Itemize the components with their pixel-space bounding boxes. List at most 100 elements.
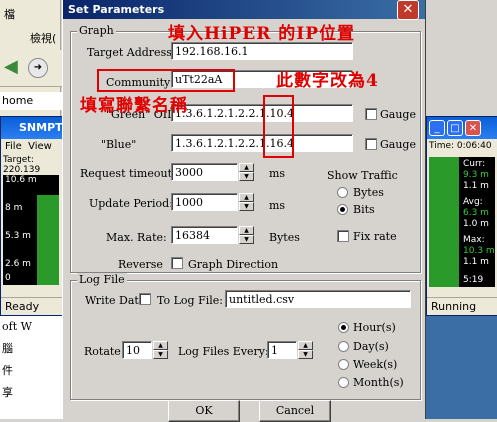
blue-gauge-label: Gauge: [380, 138, 416, 151]
background-address-text: home: [0, 92, 64, 110]
background-list-item: 享: [2, 386, 13, 399]
months-option-label: Month(s): [353, 376, 404, 389]
max-rate-label: Max. Rate:: [106, 231, 167, 244]
graph-bars: [37, 195, 59, 285]
months-radio[interactable]: [338, 377, 349, 388]
fix-rate-label: Fix rate: [353, 230, 397, 243]
write-data-checkbox[interactable]: [139, 293, 151, 305]
background-desktop-list: oft W 腦 件 享: [0, 316, 62, 419]
background-list-item: oft W: [2, 320, 32, 333]
stat-label: Curr:: [463, 159, 486, 169]
show-traffic-label: Show Traffic: [327, 169, 398, 182]
spin-down-icon[interactable]: ▼: [298, 350, 313, 359]
bits-radio[interactable]: [337, 204, 348, 215]
background-window-menu: File View: [1, 139, 63, 154]
stat-value: 10.3 m: [463, 246, 495, 256]
background-snmp-window-right: _ □ ✕ Time: 0:06:40 Curr: 9.3 m 1.1 m Av…: [426, 116, 497, 316]
fix-rate-checkbox[interactable]: [337, 230, 349, 242]
target-address-input[interactable]: 192.168.16.1: [171, 42, 353, 60]
green-oid-input[interactable]: 1.3.6.1.2.1.2.2.1.10.4: [171, 104, 353, 122]
spin-down-icon[interactable]: ▼: [239, 235, 254, 244]
graph-tick: 0: [5, 273, 11, 283]
max-rate-input[interactable]: 16384: [171, 226, 238, 244]
close-button[interactable]: ✕: [397, 0, 419, 20]
spin-down-icon[interactable]: ▼: [153, 350, 168, 359]
blue-oid-input[interactable]: 1.3.6.1.2.1.2.2.1.16.4: [171, 134, 353, 152]
graph-group-label: Graph: [77, 24, 116, 37]
request-timeout-label: Request timeout:: [80, 167, 176, 180]
spin-up-icon[interactable]: ▲: [153, 341, 168, 350]
stat-value: 1.0 m: [463, 219, 489, 229]
background-status: Ready: [1, 297, 63, 315]
background-time: Time: 0:06:40: [429, 141, 492, 151]
days-option-label: Day(s): [353, 340, 389, 353]
background-desktop: [426, 316, 497, 419]
log-file-group-label: Log File: [77, 273, 127, 286]
background-status: Running: [427, 297, 497, 315]
back-arrow-icon: ◀: [4, 56, 18, 77]
spin-up-icon[interactable]: ▲: [298, 341, 313, 350]
rotate-input[interactable]: 10: [122, 341, 152, 359]
request-timeout-spinner[interactable]: ▲ ▼: [239, 163, 254, 181]
rotate-spinner[interactable]: ▲ ▼: [153, 341, 168, 359]
spin-up-icon[interactable]: ▲: [239, 193, 254, 202]
spin-down-icon[interactable]: ▼: [239, 202, 254, 211]
background-snmp-window: SNMPT File View Target: 220.139 10.6 m 8…: [0, 116, 64, 316]
graph-tick: 2.6 m: [5, 259, 31, 269]
close-icon[interactable]: ✕: [465, 120, 481, 136]
stat-value: 9.3 m: [463, 170, 489, 180]
background-target-info: Target: 220.139: [3, 155, 41, 175]
stat-label: Max:: [463, 235, 485, 245]
graph-tick: 8 m: [5, 203, 23, 213]
update-period-unit: ms: [269, 199, 286, 212]
graph-tick: 5.3 m: [5, 231, 31, 241]
every-spinner[interactable]: ▲ ▼: [298, 341, 313, 359]
set-parameters-dialog: Set Parameters ✕ Graph Target Address: 1…: [62, 0, 426, 422]
write-data-label: Write Data: [85, 294, 146, 307]
stat-value: 1.1 m: [463, 181, 489, 191]
minimize-icon[interactable]: _: [429, 120, 445, 136]
every-input[interactable]: 1: [267, 341, 297, 359]
dialog-title: Set Parameters: [68, 3, 165, 16]
spin-up-icon[interactable]: ▲: [239, 163, 254, 172]
background-toolbar: ◀ ➜: [0, 50, 62, 87]
stat-value: 6.3 m: [463, 208, 489, 218]
background-menu-view: 檢視(: [30, 32, 57, 45]
graph-direction-checkbox[interactable]: [171, 257, 183, 269]
update-period-spinner[interactable]: ▲ ▼: [239, 193, 254, 211]
background-traffic-graph: 10.6 m 8 m 5.3 m 2.6 m 0: [3, 175, 59, 285]
rotate-label: Rotate: [84, 345, 121, 358]
background-window-title: _ □ ✕: [427, 117, 497, 139]
days-radio[interactable]: [338, 341, 349, 352]
graph-direction-label: Graph Direction: [188, 258, 279, 271]
background-window-title: SNMPT: [1, 117, 63, 139]
update-period-input[interactable]: 1000: [171, 193, 238, 211]
graph-bars: [429, 157, 459, 287]
weeks-radio[interactable]: [338, 359, 349, 370]
background-list-item: 腦: [2, 342, 13, 355]
graph-clock: 5:19: [463, 275, 484, 285]
request-timeout-input[interactable]: 3000: [171, 163, 238, 181]
background-list-item: 件: [2, 364, 13, 377]
spin-up-icon[interactable]: ▲: [239, 226, 254, 235]
bytes-radio[interactable]: [337, 187, 348, 198]
hours-option-label: Hour(s): [353, 321, 396, 334]
graph-tick: 10.6 m: [5, 175, 37, 185]
maximize-icon[interactable]: □: [447, 120, 463, 136]
stat-value: 1.1 m: [463, 257, 489, 267]
hours-radio[interactable]: [338, 322, 349, 333]
target-address-label: Target Address:: [87, 46, 176, 59]
blue-gauge-checkbox[interactable]: [365, 138, 377, 150]
annotation-fill-ip: 填入HiPER 的IP位置: [168, 24, 356, 44]
log-file-input[interactable]: untitled.csv: [225, 290, 411, 308]
bits-option-label: Bits: [353, 203, 375, 216]
green-gauge-checkbox[interactable]: [365, 108, 377, 120]
blue-oid-label: "Blue": [101, 138, 137, 151]
log-files-every-label: Log Files Every:: [178, 345, 269, 358]
spin-down-icon[interactable]: ▼: [239, 172, 254, 181]
background-menu-file: 檔: [4, 8, 15, 21]
dialog-titlebar: Set Parameters: [63, 0, 425, 19]
max-rate-spinner[interactable]: ▲ ▼: [239, 226, 254, 244]
weeks-option-label: Week(s): [353, 358, 398, 371]
green-gauge-label: Gauge: [380, 108, 416, 121]
